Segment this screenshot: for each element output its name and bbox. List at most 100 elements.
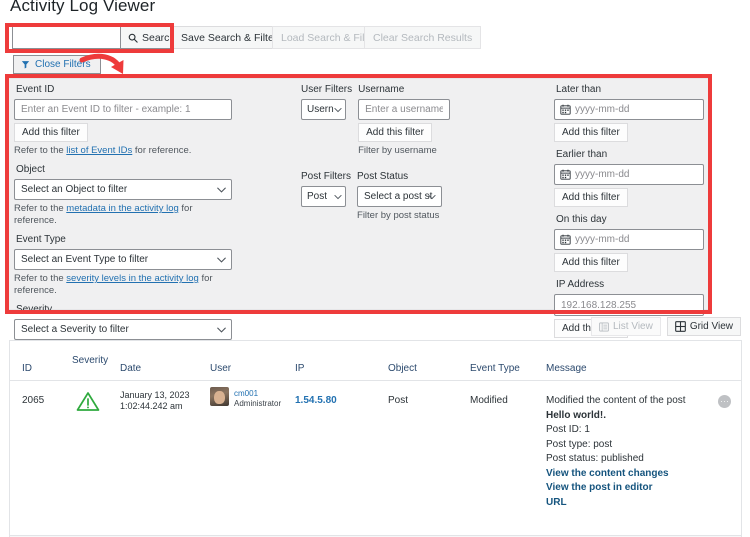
column-header-user: User — [210, 363, 232, 374]
search-button-label: Search — [142, 31, 176, 44]
column-header-object: Object — [388, 363, 417, 374]
post-status-hint: Filter by post status — [357, 210, 440, 221]
warning-triangle-icon — [76, 391, 100, 412]
post-status-select-value: Select a post st — [364, 191, 433, 202]
chevron-down-icon — [217, 327, 226, 333]
view-post-in-editor-link[interactable]: View the post in editor — [546, 481, 686, 496]
cell-user: cm001 Administrator — [234, 389, 281, 409]
user-filters-select[interactable]: Usern — [301, 99, 346, 120]
chevron-down-icon — [217, 257, 226, 263]
list-view-button[interactable]: List View — [590, 317, 661, 336]
chevron-down-icon — [334, 107, 342, 112]
post-status-select[interactable]: Select a post st — [357, 186, 443, 207]
search-input[interactable] — [12, 26, 120, 49]
later-than-placeholder: yyyy-mm-dd — [575, 104, 630, 115]
chevron-down-icon — [334, 194, 342, 199]
table-header-row: ID Severity Date User IP Object Event Ty… — [10, 341, 741, 381]
username-input[interactable] — [358, 99, 451, 120]
event-id-hint: Refer to the list of Event IDs for refer… — [14, 145, 232, 157]
hint-prefix: Refer to the — [14, 273, 67, 284]
event-type-hint: Refer to the severity levels in the acti… — [14, 273, 232, 297]
cell-date: January 13, 2023 1:02:44.242 am — [120, 390, 190, 412]
cell-object: Post — [388, 395, 409, 406]
on-this-day-date-input[interactable]: yyyy-mm-dd — [554, 229, 704, 250]
table-row[interactable]: 2065 January 13, 2023 1:02:44.242 am cm0… — [10, 381, 741, 536]
close-filters-button[interactable]: Close Filters — [13, 55, 101, 74]
object-select[interactable]: Select an Object to filter — [14, 179, 232, 200]
toolbar: Search Save Search & Filters Load Search… — [0, 26, 750, 50]
on-this-day-filter: On this day yyyy-mm-dd Add this filter — [554, 214, 704, 272]
object-select-value: Select an Object to filter — [21, 184, 128, 195]
post-filters-group: Post Filters Post Post Status Select a p… — [301, 171, 546, 222]
grid-icon — [674, 321, 686, 332]
hint-prefix: Refer to the — [14, 203, 67, 214]
search-group: Search — [12, 26, 186, 49]
cell-ip[interactable]: 1.54.5.80 — [295, 395, 337, 406]
event-id-add-filter-button[interactable]: Add this filter — [14, 123, 88, 142]
post-filters-select[interactable]: Post — [301, 186, 346, 207]
event-ids-link[interactable]: list of Event IDs — [66, 145, 132, 156]
clear-results-label: Clear Search Results — [373, 31, 473, 44]
earlier-than-placeholder: yyyy-mm-dd — [575, 169, 630, 180]
event-id-input[interactable] — [14, 99, 232, 120]
column-header-event-type: Event Type — [470, 363, 520, 374]
earlier-than-label: Earlier than — [556, 149, 608, 160]
post-status-field-wrap: Post Status Select a post st Filter by p… — [357, 171, 546, 222]
view-toggle-group: List View Grid View — [590, 317, 741, 336]
later-than-add-filter-button[interactable]: Add this filter — [554, 123, 628, 142]
username-field-wrap: Username Add this filter Filter by usern… — [358, 84, 546, 157]
filter-column-left: Event ID Add this filter Refer to the li… — [14, 84, 232, 362]
filter-panel: Event ID Add this filter Refer to the li… — [8, 78, 712, 354]
cell-id: 2065 — [22, 395, 45, 406]
event-type-select[interactable]: Select an Event Type to filter — [14, 249, 232, 270]
message-line: Post status: published — [546, 453, 644, 464]
on-this-day-add-filter-button[interactable]: Add this filter — [554, 253, 628, 272]
grid-view-button[interactable]: Grid View — [666, 317, 741, 336]
user-filters-select-value: Usern — [307, 104, 334, 115]
list-icon — [599, 322, 609, 332]
clear-search-results-button[interactable]: Clear Search Results — [364, 26, 482, 49]
column-header-message: Message — [546, 363, 587, 374]
username-label: Username — [358, 84, 405, 95]
earlier-than-date-input[interactable]: yyyy-mm-dd — [554, 164, 704, 185]
user-filters-selector: User Filters Usern — [301, 84, 352, 120]
hint-prefix: Refer to the — [14, 145, 67, 156]
view-content-changes-link[interactable]: View the content changes — [546, 467, 686, 482]
message-line: Post type: post — [546, 438, 613, 450]
ellipsis-icon[interactable] — [718, 395, 731, 408]
post-filters-label: Post Filters — [301, 171, 352, 182]
user-filters-group: User Filters Usern Username Add this fil… — [301, 84, 546, 157]
later-than-date-input[interactable]: yyyy-mm-dd — [554, 99, 704, 120]
message-line: Post ID: 1 — [546, 424, 590, 435]
message-line: Modified the content of the post — [546, 395, 686, 406]
event-type-select-value: Select an Event Type to filter — [21, 254, 149, 265]
column-header-severity: Severity — [72, 355, 109, 366]
avatar — [210, 387, 229, 406]
cell-user-name[interactable]: cm001 — [234, 389, 281, 399]
save-search-label: Save Search & Filters — [181, 31, 283, 44]
column-header-id: ID — [22, 363, 32, 374]
username-add-filter-button[interactable]: Add this filter — [358, 123, 432, 142]
user-filters-label: User Filters — [301, 84, 353, 95]
later-than-label: Later than — [556, 84, 602, 95]
severity-levels-link[interactable]: severity levels in the activity log — [66, 273, 199, 284]
post-url-link[interactable]: URL — [546, 496, 686, 511]
grid-view-label: Grid View — [689, 321, 733, 332]
message-line: Hello world!. — [546, 409, 606, 421]
event-id-label: Event ID — [16, 84, 55, 95]
object-hint: Refer to the metadata in the activity lo… — [14, 203, 232, 227]
on-this-day-label: On this day — [556, 214, 607, 225]
severity-select[interactable]: Select a Severity to filter — [14, 319, 232, 340]
hint-suffix: for reference. — [132, 145, 192, 156]
column-header-ip: IP — [295, 363, 305, 374]
activity-log-table: ID Severity Date User IP Object Event Ty… — [9, 340, 742, 537]
on-this-day-placeholder: yyyy-mm-dd — [575, 234, 630, 245]
cell-message: Modified the content of the post Hello w… — [546, 394, 686, 510]
event-type-label: Event Type — [16, 234, 66, 245]
metadata-link[interactable]: metadata in the activity log — [66, 203, 178, 214]
ip-address-label: IP Address — [556, 279, 605, 290]
ip-address-input[interactable] — [554, 294, 704, 316]
earlier-than-filter: Earlier than yyyy-mm-dd Add this filter — [554, 149, 704, 207]
earlier-than-add-filter-button[interactable]: Add this filter — [554, 188, 628, 207]
later-than-filter: Later than yyyy-mm-dd Add this filter — [554, 84, 704, 142]
